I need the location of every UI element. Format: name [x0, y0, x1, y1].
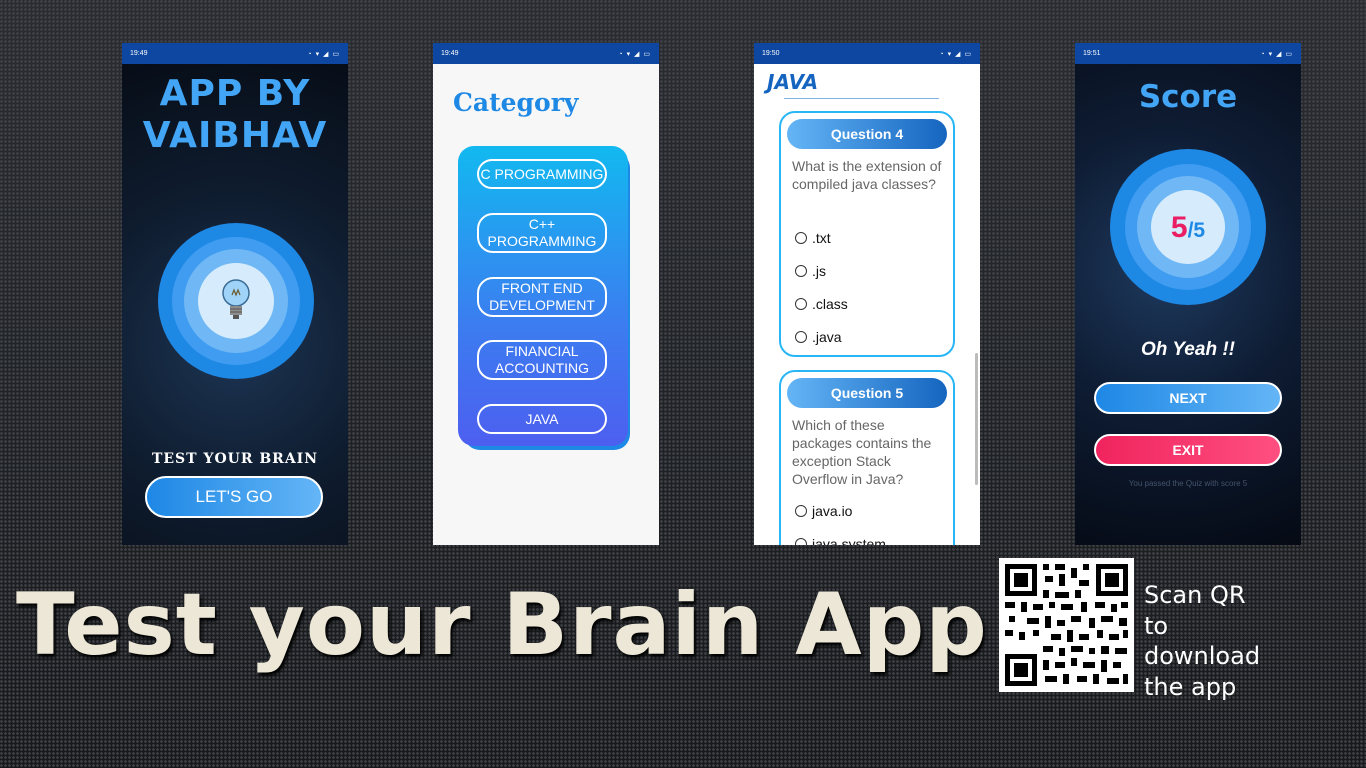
- category-financial-accounting[interactable]: FINANCIAL ACCOUNTING: [477, 340, 607, 380]
- score-display: 5/5: [1153, 211, 1223, 245]
- phone-screen-welcome: 19:49 ◔ ▾ ◢ ▭ APP BY VAIBHAV TEST YOUR B…: [122, 43, 348, 545]
- category-cpp-programming[interactable]: C++ PROGRAMMING: [477, 213, 607, 253]
- quiz-title: JAVA: [767, 70, 819, 94]
- question-label: Question 4: [787, 119, 947, 149]
- status-icons: ◔ ▾ ◢ ▭: [939, 50, 972, 58]
- tagline: TEST YOUR BRAIN: [151, 451, 319, 467]
- category-title: Category: [453, 88, 579, 117]
- headline: Test your Brain App: [16, 575, 988, 675]
- passed-text: You passed the Quiz with score 5: [1128, 479, 1248, 488]
- phone-screen-category: 19:49 ◔ ▾ ◢ ▭ Category C PROGRAMMING C++…: [433, 43, 659, 545]
- question-card: Question 5 Which of these packages conta…: [779, 370, 955, 545]
- question-card: Question 4 What is the extension of comp…: [779, 111, 955, 357]
- option[interactable]: .js: [795, 254, 953, 287]
- option-label: java.io: [812, 502, 853, 519]
- option[interactable]: .class: [795, 287, 953, 320]
- option[interactable]: .txt: [795, 221, 953, 254]
- radio-icon[interactable]: [795, 330, 807, 343]
- option[interactable]: .java: [795, 320, 953, 353]
- status-icons: ◔ ▾ ◢ ▭: [307, 50, 340, 58]
- status-time: 19:50: [762, 50, 780, 57]
- status-bar: 19:49 ◔ ▾ ◢ ▭: [433, 43, 659, 64]
- phone-screen-score: 19:51 ◔ ▾ ◢ ▭ Score 5/5 Oh Yeah !! NEXT …: [1075, 43, 1301, 545]
- status-icons: ◔ ▾ ◢ ▭: [1260, 50, 1293, 58]
- score-value: 5: [1170, 211, 1188, 244]
- status-bar: 19:51 ◔ ▾ ◢ ▭: [1075, 43, 1301, 64]
- radio-icon[interactable]: [795, 264, 807, 277]
- option[interactable]: java.io: [795, 494, 953, 527]
- category-java[interactable]: JAVA: [477, 404, 607, 434]
- app-title-line2: VAIBHAV: [142, 115, 328, 156]
- lets-go-button[interactable]: LET'S GO: [145, 476, 323, 518]
- score-title: Score: [1138, 79, 1238, 115]
- status-bar: 19:49 ◔ ▾ ◢ ▭: [122, 43, 348, 64]
- status-icons: ◔ ▾ ◢ ▭: [618, 50, 651, 58]
- status-bar: 19:50 ◔ ▾ ◢ ▭: [754, 43, 980, 64]
- option-label: .java: [812, 328, 842, 345]
- radio-icon[interactable]: [795, 297, 807, 310]
- lightbulb-icon: [222, 279, 250, 319]
- score-total: /5: [1187, 219, 1206, 242]
- phone-screen-quiz: 19:50 ◔ ▾ ◢ ▭ JAVA Question 4 What is th…: [754, 43, 980, 545]
- app-title: APP BY VAIBHAV: [122, 73, 348, 157]
- radio-icon[interactable]: [795, 231, 807, 244]
- next-button[interactable]: NEXT: [1094, 382, 1282, 414]
- category-c-programming[interactable]: C PROGRAMMING: [477, 159, 607, 189]
- question-label: Question 5: [787, 378, 947, 408]
- status-time: 19:49: [130, 50, 148, 57]
- category-card: C PROGRAMMING C++ PROGRAMMING FRONT END …: [458, 146, 628, 446]
- qr-code[interactable]: [999, 558, 1134, 692]
- option-label: .txt: [812, 229, 831, 246]
- question-text: Which of these packages contains the exc…: [792, 417, 932, 487]
- radio-icon[interactable]: [795, 504, 807, 517]
- scan-instruction: Scan QR to download the app: [1144, 581, 1261, 701]
- question-text: What is the extension of compiled java c…: [792, 158, 942, 192]
- option-label: .class: [812, 295, 848, 312]
- exit-button[interactable]: EXIT: [1094, 434, 1282, 466]
- option[interactable]: java.system: [795, 527, 953, 545]
- divider: [784, 98, 939, 99]
- option-label: java.system: [812, 535, 886, 546]
- result-message: Oh Yeah !!: [1141, 339, 1235, 360]
- category-front-end[interactable]: FRONT END DEVELOPMENT: [477, 277, 607, 317]
- scrollbar[interactable]: [975, 353, 978, 485]
- option-label: .js: [812, 262, 826, 279]
- radio-icon[interactable]: [795, 537, 807, 545]
- status-time: 19:49: [441, 50, 459, 57]
- app-title-line1: APP BY: [159, 73, 311, 114]
- status-time: 19:51: [1083, 50, 1101, 57]
